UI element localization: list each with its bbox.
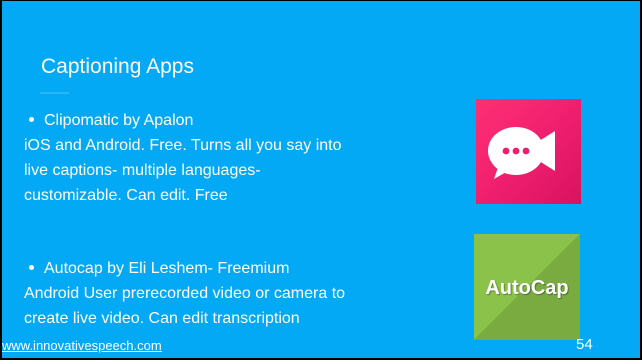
bullet-text: Clipomatic by Apalon [44, 112, 194, 129]
clipomatic-section: Clipomatic by Apalon iOS and Android. Fr… [24, 108, 464, 208]
page-number: 54 [576, 336, 593, 353]
clipomatic-app-icon [476, 99, 581, 204]
body-line: customizable. Can edit. Free [24, 187, 228, 204]
bullet-item: Clipomatic by Apalon [24, 108, 464, 133]
video-chat-bubble-icon [488, 127, 555, 179]
slide-title: Captioning Apps [41, 55, 194, 78]
body-line: create live video. Can edit transcriptio… [24, 310, 300, 327]
autocap-logo-text: AutoCap [485, 277, 569, 299]
autocap-section: Autocap by Eli Leshem- Freemium Android … [24, 256, 464, 331]
bullet-dot-icon [29, 264, 34, 270]
bullet-dot-icon [29, 116, 34, 122]
body-line: iOS and Android. Free. Turns all you say… [24, 137, 342, 154]
autocap-app-icon: AutoCap [474, 234, 580, 340]
body-line: live captions- multiple languages- [24, 162, 261, 179]
bullet-text: Autocap by Eli Leshem- Freemium [44, 260, 290, 277]
bullet-item: Autocap by Eli Leshem- Freemium [24, 256, 464, 281]
slide: Captioning Apps Clipomatic by Apalon iOS… [2, 1, 640, 358]
body-line: Android User prerecorded video or camera… [24, 285, 346, 302]
website-link[interactable]: www.innovativespeech.com [2, 338, 162, 353]
title-underline [40, 92, 69, 94]
